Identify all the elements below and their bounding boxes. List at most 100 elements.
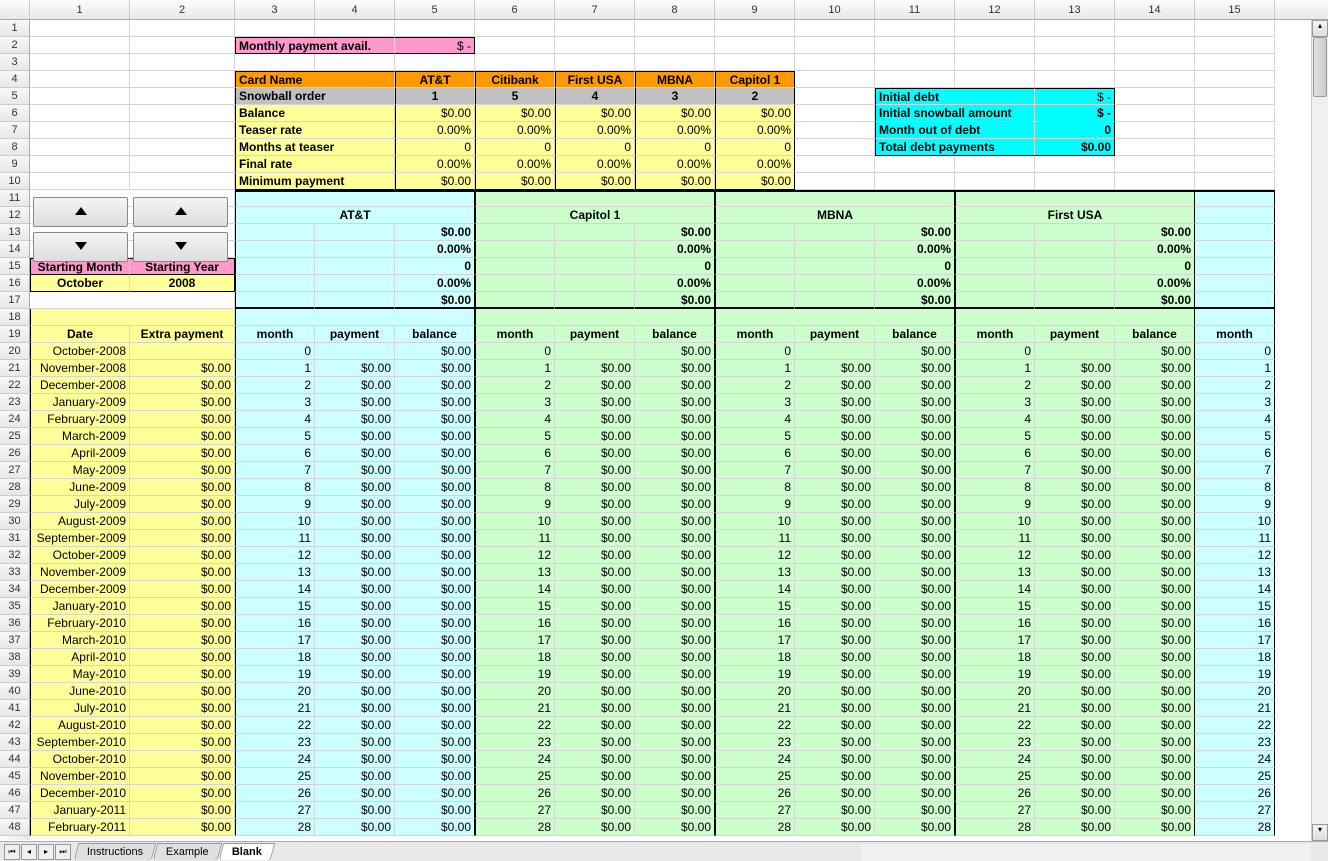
cell[interactable] <box>1195 122 1275 139</box>
metric-val-2-1[interactable]: 0 <box>475 139 555 156</box>
hdr-month-5[interactable]: month <box>1195 326 1275 343</box>
b-2-5[interactable]: $0.00 <box>875 428 955 445</box>
snowball-label[interactable]: Snowball order <box>235 88 395 105</box>
b-1-11[interactable]: $0.00 <box>635 530 715 547</box>
p-3-24[interactable]: $0.00 <box>1035 751 1115 768</box>
extra-17[interactable]: $0.00 <box>130 632 235 649</box>
cell[interactable] <box>955 54 1035 71</box>
date-0[interactable]: October-2008 <box>30 343 130 360</box>
metric-val-2-0[interactable]: 0 <box>395 139 475 156</box>
cell[interactable] <box>475 275 555 292</box>
m-3-16[interactable]: 16 <box>955 615 1035 632</box>
extra-20[interactable]: $0.00 <box>130 683 235 700</box>
b-1-3[interactable]: $0.00 <box>635 394 715 411</box>
block-val-0-0[interactable]: $0.00 <box>395 224 475 241</box>
p-1-15[interactable]: $0.00 <box>555 598 635 615</box>
cell[interactable] <box>795 37 875 54</box>
m-0-18[interactable]: 18 <box>235 649 315 666</box>
p-1-25[interactable]: $0.00 <box>555 768 635 785</box>
cell[interactable] <box>875 37 955 54</box>
b-3-0[interactable]: $0.00 <box>1115 343 1195 360</box>
cell[interactable] <box>235 241 315 258</box>
b-3-27[interactable]: $0.00 <box>1115 802 1195 819</box>
cell[interactable] <box>475 309 715 326</box>
cell[interactable] <box>795 54 875 71</box>
m-3-18[interactable]: 18 <box>955 649 1035 666</box>
m-1-7[interactable]: 7 <box>475 462 555 479</box>
cell[interactable] <box>795 20 875 37</box>
m-5-5[interactable]: 5 <box>1195 428 1275 445</box>
cell[interactable] <box>555 292 635 309</box>
cell[interactable] <box>955 71 1035 88</box>
p-2-27[interactable]: $0.00 <box>795 802 875 819</box>
b-1-28[interactable]: $0.00 <box>635 819 715 836</box>
p-3-21[interactable]: $0.00 <box>1035 700 1115 717</box>
m-0-10[interactable]: 10 <box>235 513 315 530</box>
p-3-19[interactable]: $0.00 <box>1035 666 1115 683</box>
p-0-9[interactable]: $0.00 <box>315 496 395 513</box>
b-0-16[interactable]: $0.00 <box>395 615 475 632</box>
cell[interactable] <box>1035 173 1115 190</box>
row-header-22[interactable]: 22 <box>0 377 30 394</box>
cell[interactable] <box>30 37 130 54</box>
b-2-9[interactable]: $0.00 <box>875 496 955 513</box>
m-2-23[interactable]: 23 <box>715 734 795 751</box>
b-0-25[interactable]: $0.00 <box>395 768 475 785</box>
b-1-5[interactable]: $0.00 <box>635 428 715 445</box>
b-3-28[interactable]: $0.00 <box>1115 819 1195 836</box>
cell[interactable] <box>955 309 1195 326</box>
b-1-19[interactable]: $0.00 <box>635 666 715 683</box>
m-3-5[interactable]: 5 <box>955 428 1035 445</box>
b-2-26[interactable]: $0.00 <box>875 785 955 802</box>
b-1-1[interactable]: $0.00 <box>635 360 715 377</box>
p-2-1[interactable]: $0.00 <box>795 360 875 377</box>
block-val-2-2[interactable]: 0 <box>875 258 955 275</box>
date-14[interactable]: December-2009 <box>30 581 130 598</box>
cell[interactable] <box>1195 275 1275 292</box>
block-val-0-4[interactable]: $0.00 <box>395 292 475 309</box>
cell[interactable] <box>875 156 955 173</box>
select-all-corner[interactable] <box>0 0 30 19</box>
p-2-16[interactable]: $0.00 <box>795 615 875 632</box>
p-2-12[interactable]: $0.00 <box>795 547 875 564</box>
cell[interactable] <box>1195 71 1275 88</box>
m-0-16[interactable]: 16 <box>235 615 315 632</box>
m-3-26[interactable]: 26 <box>955 785 1035 802</box>
date-1[interactable]: November-2008 <box>30 360 130 377</box>
cell[interactable] <box>1035 241 1115 258</box>
m-0-17[interactable]: 17 <box>235 632 315 649</box>
monthly-payment-value[interactable]: $ - <box>395 37 475 54</box>
p-1-3[interactable]: $0.00 <box>555 394 635 411</box>
p-0-24[interactable]: $0.00 <box>315 751 395 768</box>
cell[interactable] <box>795 156 875 173</box>
block-val-2-4[interactable]: $0.00 <box>875 292 955 309</box>
m-1-15[interactable]: 15 <box>475 598 555 615</box>
extra-1[interactable]: $0.00 <box>130 360 235 377</box>
row-header-7[interactable]: 7 <box>0 122 30 139</box>
b-1-26[interactable]: $0.00 <box>635 785 715 802</box>
cell[interactable] <box>475 241 555 258</box>
row-header-6[interactable]: 6 <box>0 105 30 122</box>
b-0-15[interactable]: $0.00 <box>395 598 475 615</box>
cell[interactable] <box>315 224 395 241</box>
b-3-1[interactable]: $0.00 <box>1115 360 1195 377</box>
row-header-31[interactable]: 31 <box>0 530 30 547</box>
p-1-16[interactable]: $0.00 <box>555 615 635 632</box>
b-0-10[interactable]: $0.00 <box>395 513 475 530</box>
p-1-19[interactable]: $0.00 <box>555 666 635 683</box>
col-header-2[interactable]: 2 <box>130 0 235 19</box>
b-1-17[interactable]: $0.00 <box>635 632 715 649</box>
row-header-21[interactable]: 21 <box>0 360 30 377</box>
m-2-14[interactable]: 14 <box>715 581 795 598</box>
b-0-17[interactable]: $0.00 <box>395 632 475 649</box>
row-header-13[interactable]: 13 <box>0 224 30 241</box>
metric-0[interactable]: Balance <box>235 105 395 122</box>
monthly-payment-label[interactable]: Monthly payment avail. <box>235 37 395 54</box>
date-23[interactable]: September-2010 <box>30 734 130 751</box>
cell[interactable] <box>795 275 875 292</box>
b-3-21[interactable]: $0.00 <box>1115 700 1195 717</box>
p-0-16[interactable]: $0.00 <box>315 615 395 632</box>
b-2-21[interactable]: $0.00 <box>875 700 955 717</box>
b-3-14[interactable]: $0.00 <box>1115 581 1195 598</box>
b-0-28[interactable]: $0.00 <box>395 819 475 836</box>
